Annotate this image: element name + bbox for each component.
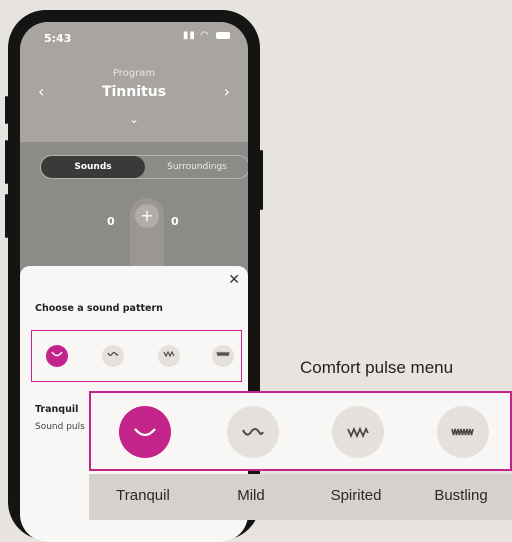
phone-volume-down xyxy=(5,194,8,238)
phone-action-button xyxy=(5,96,8,124)
pattern-tranquil-button[interactable] xyxy=(46,345,68,367)
label-bustling: Bustling xyxy=(434,487,488,504)
pattern-bustling-button[interactable] xyxy=(212,345,234,367)
signal-icon: ▮▮ xyxy=(182,30,196,41)
sheet-title: Choose a sound pattern xyxy=(35,303,163,314)
selected-pattern-description: Sound puls xyxy=(35,422,85,432)
callout-title: Comfort pulse menu xyxy=(300,358,454,377)
comfort-mild-button[interactable] xyxy=(227,406,279,458)
pattern-mild-button[interactable] xyxy=(102,345,124,367)
comfort-labels-bar: Tranquil Mild Spirited Bustling xyxy=(89,474,512,520)
wave-mild-icon xyxy=(242,428,264,436)
comfort-bustling-button[interactable] xyxy=(437,406,489,458)
volume-right-value: 0 xyxy=(171,215,179,228)
phone-power-button xyxy=(260,150,263,210)
wifi-icon: ◠ xyxy=(200,30,210,41)
chevron-right-icon[interactable]: › xyxy=(224,82,230,101)
battery-icon xyxy=(216,31,230,39)
wave-tranquil-icon xyxy=(51,351,63,357)
wave-mild-icon xyxy=(107,351,119,356)
status-bar: 5:43 ▮▮ ◠ xyxy=(20,22,248,52)
segmented-control: Sounds Surroundings xyxy=(40,155,248,179)
label-tranquil: Tranquil xyxy=(116,487,170,504)
wave-spirited-icon xyxy=(163,350,175,358)
volume-left-value: 0 xyxy=(107,215,115,228)
wave-spirited-icon xyxy=(347,426,369,439)
status-icons: ▮▮ ◠ xyxy=(183,30,230,41)
wave-bustling-icon xyxy=(451,428,474,436)
wave-bustling-icon xyxy=(216,351,230,357)
program-name: Tinnitus xyxy=(101,84,167,100)
volume-plus-button[interactable]: + xyxy=(135,204,159,228)
program-label: Program xyxy=(112,68,156,79)
label-mild: Mild xyxy=(237,487,265,504)
sound-pattern-selector xyxy=(31,330,242,382)
status-time: 5:43 xyxy=(44,32,72,45)
phone-volume-up xyxy=(5,140,8,184)
comfort-pulse-menu xyxy=(89,391,512,471)
tab-sounds[interactable]: Sounds xyxy=(41,156,145,178)
comfort-spirited-button[interactable] xyxy=(332,406,384,458)
chevron-down-icon[interactable]: ⌄ xyxy=(20,112,248,126)
wave-tranquil-icon xyxy=(134,428,156,437)
pattern-spirited-button[interactable] xyxy=(158,345,180,367)
close-icon[interactable]: ✕ xyxy=(228,272,240,288)
tab-surroundings[interactable]: Surroundings xyxy=(147,156,247,178)
chevron-left-icon[interactable]: ‹ xyxy=(38,82,44,101)
selected-pattern-name: Tranquil xyxy=(35,404,79,415)
label-spirited: Spirited xyxy=(330,487,382,504)
comfort-tranquil-button[interactable] xyxy=(119,406,171,458)
